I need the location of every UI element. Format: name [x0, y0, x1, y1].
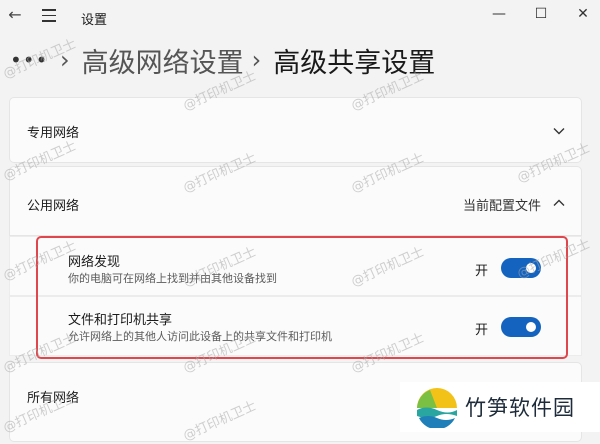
brand-name: 竹笋软件园 — [465, 396, 575, 420]
logo-icon — [414, 386, 460, 430]
title-bar: ← 设置 — ☐ ✕ — [0, 0, 600, 36]
window-title: 设置 — [81, 13, 108, 28]
section-private-network[interactable]: 专用网络 — [9, 97, 582, 163]
hamburger-menu-icon[interactable] — [38, 5, 60, 27]
breadcrumb-parent-link[interactable]: 高级网络设置 — [82, 41, 244, 80]
section-public-network[interactable]: 公用网络 当前配置文件 — [9, 166, 582, 236]
section-label: 公用网络 — [27, 199, 80, 214]
minimize-icon[interactable]: — — [486, 2, 512, 26]
maximize-icon[interactable]: ☐ — [528, 2, 554, 26]
close-icon[interactable]: ✕ — [570, 2, 596, 26]
chevron-up-icon[interactable] — [551, 195, 567, 211]
chevron-down-icon[interactable] — [551, 123, 567, 139]
back-icon[interactable]: ← — [4, 4, 26, 26]
status-badge: 当前配置文件 — [462, 199, 541, 214]
brand-logo: 竹笋软件园 — [400, 382, 600, 432]
highlight-box — [36, 236, 568, 359]
